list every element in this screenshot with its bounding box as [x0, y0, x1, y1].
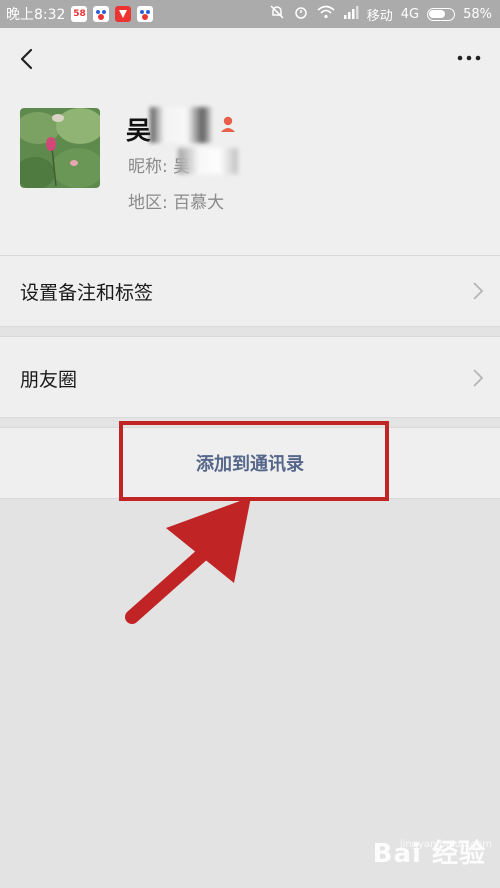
chevron-right-icon	[472, 280, 484, 302]
highlight-box	[119, 421, 389, 501]
watermark-brand: Bai 经验	[372, 839, 486, 869]
app-baidu-icon	[93, 6, 110, 22]
mute-bell-icon	[269, 4, 285, 24]
remark-tags-label: 设置备注和标签	[20, 282, 154, 304]
battery-icon	[427, 7, 456, 21]
signal-icon	[343, 5, 359, 23]
back-chevron-icon[interactable]	[14, 44, 42, 74]
region-value: 百慕大	[173, 193, 225, 213]
moments-label: 朋友圈	[20, 369, 78, 391]
carrier-label: 移动	[366, 8, 393, 24]
wifi-icon	[317, 5, 335, 23]
status-time: 晚上8:32	[6, 7, 66, 23]
nav-bar	[0, 28, 500, 90]
moments-cell[interactable]: 朋友圈	[0, 336, 500, 418]
female-icon	[218, 114, 238, 134]
region-label: 地区:	[128, 193, 168, 213]
watermark: Bai 经验	[373, 833, 486, 870]
name-redaction	[150, 107, 212, 143]
profile-card: 吴 昵称: 吴 地区: 百慕大	[0, 90, 500, 256]
nickname-label: 昵称:	[128, 157, 168, 177]
alarm-icon	[293, 4, 309, 24]
region-row: 地区: 百慕大	[128, 188, 224, 213]
remark-tags-cell[interactable]: 设置备注和标签	[0, 255, 500, 327]
status-bar-right: 移动 4G 58%	[269, 0, 492, 28]
network-type: 4G	[400, 6, 420, 22]
status-bar-left: 晚上8:32 58	[6, 0, 154, 28]
app-red-icon	[115, 6, 132, 22]
contact-name: 吴	[126, 116, 153, 145]
status-bar: 晚上8:32 58 移动 4G 58%	[0, 0, 500, 28]
app-58-icon: 58	[71, 6, 88, 22]
chevron-right-icon	[472, 367, 484, 389]
app-baidu-2-icon	[137, 6, 154, 22]
avatar[interactable]	[20, 108, 100, 188]
nickname-redaction	[178, 148, 238, 174]
battery-percent: 58%	[463, 6, 492, 22]
more-dots-icon[interactable]	[454, 46, 484, 70]
